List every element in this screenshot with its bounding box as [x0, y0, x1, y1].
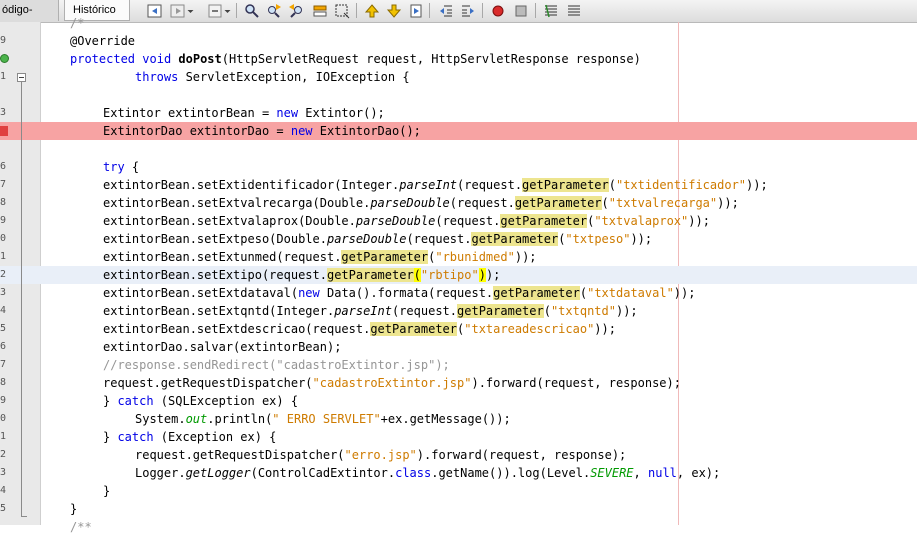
code-line: /** [70, 520, 92, 534]
line-number: 3 [0, 467, 7, 478]
breakpoint-line: ExtintorDao extintorDao = new ExtintorDa… [0, 122, 917, 140]
override-icon[interactable] [0, 54, 9, 63]
line-number: 2 [0, 449, 7, 460]
line-number: 7 [0, 179, 7, 190]
line-number: 3 [0, 287, 7, 298]
line-number: 0 [0, 233, 7, 244]
line-number: 9 [0, 35, 7, 46]
code-line: 0 extintorBean.setExtpeso(Double.parseDo… [0, 232, 653, 246]
code-line: 9 @Override [0, 32, 917, 50]
fold-guide [21, 82, 22, 516]
line-number: 8 [0, 377, 7, 388]
code-line: 5 } [0, 502, 78, 516]
line-number: 7 [0, 359, 7, 370]
fold-end [21, 516, 27, 517]
line-number: 0 [0, 413, 7, 424]
method-signature: protected void doPost(HttpServletRequest… [70, 52, 641, 66]
annotation-text: @Override [70, 34, 136, 48]
fold-collapse-icon[interactable] [17, 73, 26, 82]
code-line: /* [0, 14, 917, 32]
code-line: 5 extintorBean.setExtdescricao(request.g… [0, 322, 616, 336]
breakpoint-icon[interactable] [0, 126, 8, 136]
code-line: 6 extintorDao.salvar(extintorBean); [0, 340, 342, 354]
line-number: 4 [0, 485, 7, 496]
code-line: 4 } [0, 484, 111, 498]
code-editor[interactable]: /* 9 @Override protected void doPost(Htt… [0, 16, 917, 534]
code-line: 1 } catch (Exception ex) { [0, 430, 277, 444]
line-number: 9 [0, 395, 7, 406]
code-line: 9 extintorBean.setExtvalaprox(Double.par… [0, 214, 710, 228]
code-line: protected void doPost(HttpServletRequest… [0, 50, 917, 68]
line-number: 9 [0, 215, 7, 226]
line-number: 4 [0, 305, 7, 316]
comment-text: /* [70, 16, 85, 30]
current-line: 2 extintorBean.setExtipo(request.getPara… [0, 266, 917, 284]
code-line: 8 request.getRequestDispatcher("cadastro… [0, 376, 681, 390]
code-line: 2 request.getRequestDispatcher("erro.jsp… [0, 448, 627, 462]
line-number: 6 [0, 161, 7, 172]
code-line: 6 try { [0, 160, 140, 174]
line-number: 2 [0, 269, 7, 280]
code-line: 3 extintorBean.setExtdataval(new Data().… [0, 286, 696, 300]
line-number: 1 [0, 431, 7, 442]
line-number: 1 [0, 251, 7, 262]
code-line: 1 throws ServletException, IOException { [0, 70, 410, 84]
code-line: 0 System.out.println(" ERRO SERVLET"+ex.… [0, 412, 511, 426]
line-number: 6 [0, 341, 7, 352]
line-number: 1 [0, 71, 7, 82]
line-number: 5 [0, 323, 7, 334]
code-line: 3 Extintor extintorBean = new Extintor()… [0, 106, 385, 120]
code-line: 3 Logger.getLogger(ControlCadExtintor.cl… [0, 466, 721, 480]
code-line: 7 //response.sendRedirect("cadastroExtin… [0, 358, 450, 372]
code-line: 1 extintorBean.setExtunmed(request.getPa… [0, 250, 537, 264]
code-line: 4 extintorBean.setExtqntd(Integer.parseI… [0, 304, 638, 318]
code-line: 8 extintorBean.setExtvalrecarga(Double.p… [0, 196, 739, 210]
code-line: 9 } catch (SQLException ex) { [0, 394, 299, 408]
line-number: 3 [0, 107, 7, 118]
code-line: 7 extintorBean.setExtidentificador(Integ… [0, 178, 768, 192]
line-number: 8 [0, 197, 7, 208]
line-number: 5 [0, 503, 7, 514]
